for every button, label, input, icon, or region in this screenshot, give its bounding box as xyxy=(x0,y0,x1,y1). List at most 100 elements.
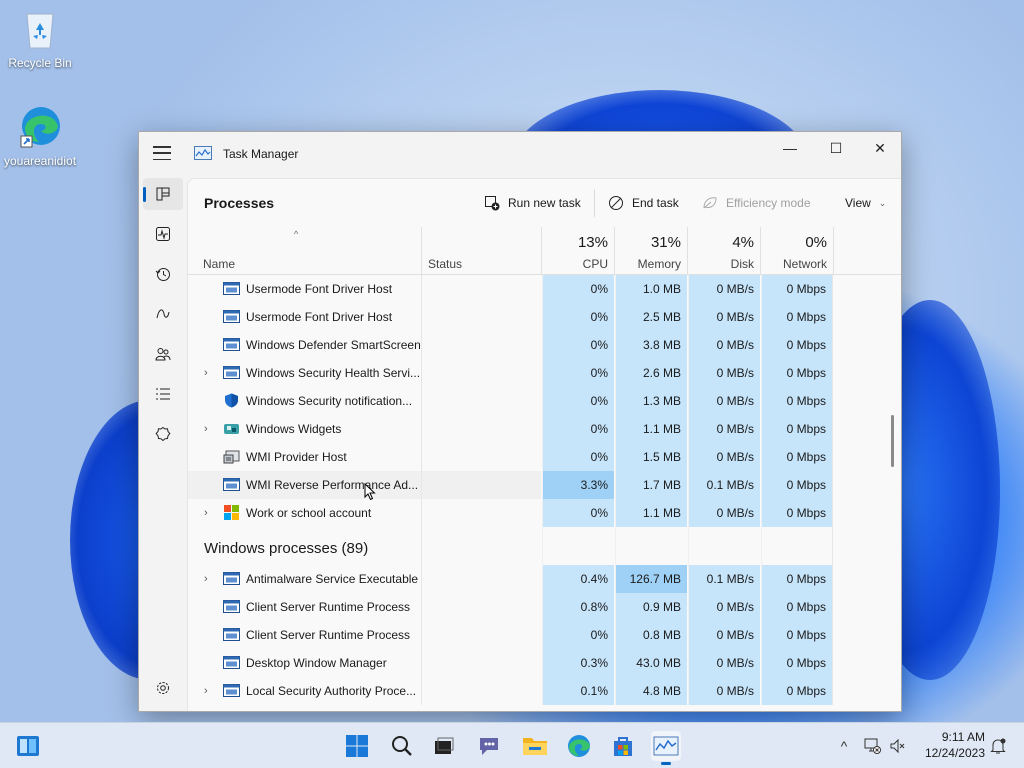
desktop-icon-recycle-bin[interactable]: Recycle Bin xyxy=(0,6,80,70)
table-row[interactable]: Usermode Font Driver Host 0% 1.0 MB 0 MB… xyxy=(188,275,901,303)
nav-app-history[interactable] xyxy=(143,258,183,290)
start-button[interactable] xyxy=(342,731,372,761)
process-name: WMI Provider Host xyxy=(246,450,347,464)
disk-cell: 0 MB/s xyxy=(688,649,760,677)
efficiency-mode-button[interactable]: Efficiency mode xyxy=(702,191,811,215)
memory-cell: 1.3 MB xyxy=(615,387,687,415)
cpu-cell: 0.4% xyxy=(542,565,614,593)
disk-cell: 0 MB/s xyxy=(688,621,760,649)
disk-cell: 0 MB/s xyxy=(688,275,760,303)
disk-cell: 0 MB/s xyxy=(688,359,760,387)
vertical-scrollbar-thumb[interactable] xyxy=(891,415,894,467)
table-row[interactable]: Usermode Font Driver Host 0% 2.5 MB 0 MB… xyxy=(188,303,901,331)
expand-chevron-icon[interactable]: › xyxy=(204,359,208,387)
nav-startup-apps[interactable] xyxy=(143,298,183,330)
minimize-button[interactable]: — xyxy=(767,132,813,164)
efficiency-mode-label: Efficiency mode xyxy=(726,196,811,210)
table-row[interactable]: Client Server Runtime Process 0.8% 0.9 M… xyxy=(188,593,901,621)
process-table: ^ Name Status 13% CPU 31% Memory 4% Disk xyxy=(188,227,901,711)
page-title: Processes xyxy=(204,195,275,211)
edge-icon xyxy=(568,735,590,757)
task-view-icon xyxy=(435,737,454,754)
table-row[interactable]: › Local Security Authority Proce... 0.1%… xyxy=(188,677,901,705)
table-row[interactable]: › Antimalware Service Executable 0.4% 12… xyxy=(188,565,901,593)
task-manager-taskbar-button[interactable] xyxy=(651,731,681,765)
search-button[interactable] xyxy=(387,731,417,761)
task-view-button[interactable] xyxy=(429,731,459,761)
network-cell: 0 Mbps xyxy=(761,331,833,359)
process-name-cell: › Windows Widgets xyxy=(188,415,421,443)
title-bar[interactable]: Task Manager — ☐ ✕ xyxy=(139,132,901,164)
close-button[interactable]: ✕ xyxy=(857,132,901,164)
table-row[interactable]: › Work or school account 0% 1.1 MB 0 MB/… xyxy=(188,499,901,527)
memory-cell: 3.8 MB xyxy=(615,331,687,359)
column-header-network[interactable]: 0% Network xyxy=(761,227,834,275)
nav-settings[interactable] xyxy=(143,672,183,704)
column-label: CPU xyxy=(582,257,608,271)
network-cell xyxy=(761,527,833,565)
expand-chevron-icon[interactable]: › xyxy=(204,499,208,527)
services-icon xyxy=(155,426,171,442)
table-row[interactable]: Desktop Window Manager 0.3% 43.0 MB 0 MB… xyxy=(188,649,901,677)
app-window-icon xyxy=(223,628,240,641)
expand-chevron-icon[interactable]: › xyxy=(204,415,208,443)
expand-chevron-icon[interactable]: › xyxy=(204,565,208,593)
edge-button[interactable] xyxy=(564,731,594,761)
table-row[interactable]: WMI Reverse Performance Ad... 3.3% 1.7 M… xyxy=(188,471,901,501)
notifications-button[interactable] xyxy=(988,736,1008,756)
users-icon xyxy=(155,348,171,361)
table-row[interactable]: Windows Security notification... 0% 1.3 … xyxy=(188,387,901,415)
table-row[interactable]: Client Server Runtime Process 0% 0.8 MB … xyxy=(188,621,901,649)
view-menu-button[interactable]: View ⌄ xyxy=(845,191,886,215)
process-name: Usermode Font Driver Host xyxy=(246,282,393,296)
cpu-cell: 3.3% xyxy=(542,471,614,499)
expand-chevron-icon[interactable]: › xyxy=(204,677,208,705)
network-cell: 0 Mbps xyxy=(761,303,833,331)
process-name-cell: Client Server Runtime Process xyxy=(188,621,421,649)
processes-panel: Processes Run new task End task Efficien… xyxy=(187,178,901,711)
cpu-cell: 0.8% xyxy=(542,593,614,621)
cpu-cell: 0.3% xyxy=(542,649,614,677)
store-button[interactable] xyxy=(608,731,638,761)
group-header-row[interactable]: Windows processes (89) xyxy=(188,527,901,565)
cpu-total: 13% xyxy=(577,234,608,251)
status-cell xyxy=(421,331,541,359)
table-row[interactable]: Windows Defender SmartScreen 0% 3.8 MB 0… xyxy=(188,331,901,359)
maximize-button[interactable]: ☐ xyxy=(813,132,859,164)
nav-users[interactable] xyxy=(143,338,183,370)
column-label: Name xyxy=(203,257,236,271)
nav-performance[interactable] xyxy=(143,218,183,250)
process-name: Usermode Font Driver Host xyxy=(246,310,393,324)
nav-processes[interactable] xyxy=(143,178,183,210)
end-task-button[interactable]: End task xyxy=(608,191,679,215)
table-row[interactable]: › Windows Widgets 0% 1.1 MB 0 MB/s 0 Mbp… xyxy=(188,415,901,443)
column-header-memory[interactable]: 31% Memory xyxy=(615,227,688,275)
memory-cell: 1.7 MB xyxy=(615,471,687,499)
cpu-cell: 0% xyxy=(542,303,614,331)
nav-details[interactable] xyxy=(143,378,183,410)
file-explorer-icon xyxy=(523,738,547,755)
column-header-disk[interactable]: 4% Disk xyxy=(688,227,761,275)
clock[interactable]: 9:11 AM 12/24/2023 xyxy=(915,729,985,761)
leaf-icon xyxy=(703,197,717,209)
app-window-icon xyxy=(223,310,240,323)
table-row[interactable]: WMI Provider Host 0% 1.5 MB 0 MB/s 0 Mbp… xyxy=(188,443,901,471)
column-header-status[interactable]: Status xyxy=(422,227,542,275)
table-row[interactable]: › Windows Security Health Servi... 0% 2.… xyxy=(188,359,901,387)
desktop-icon-youareanidiot[interactable]: youareanidiot xyxy=(0,104,80,168)
widgets-button[interactable] xyxy=(13,731,43,761)
process-name-cell: › Local Security Authority Proce... xyxy=(188,677,421,705)
column-header-name[interactable]: ^ Name xyxy=(188,227,422,275)
nav-services[interactable] xyxy=(143,418,183,450)
widgets-icon xyxy=(224,424,239,434)
edge-shortcut-icon xyxy=(20,107,60,148)
file-explorer-button[interactable] xyxy=(520,731,550,761)
volume-button[interactable] xyxy=(888,736,908,756)
hamburger-menu-icon[interactable] xyxy=(153,146,171,160)
show-hidden-icons-button[interactable]: ^ xyxy=(834,736,854,756)
processes-icon xyxy=(156,187,170,201)
column-header-cpu[interactable]: 13% CPU xyxy=(542,227,615,275)
network-status-button[interactable] xyxy=(862,736,882,756)
run-new-task-button[interactable]: Run new task xyxy=(484,191,581,215)
chat-button[interactable] xyxy=(475,731,505,761)
